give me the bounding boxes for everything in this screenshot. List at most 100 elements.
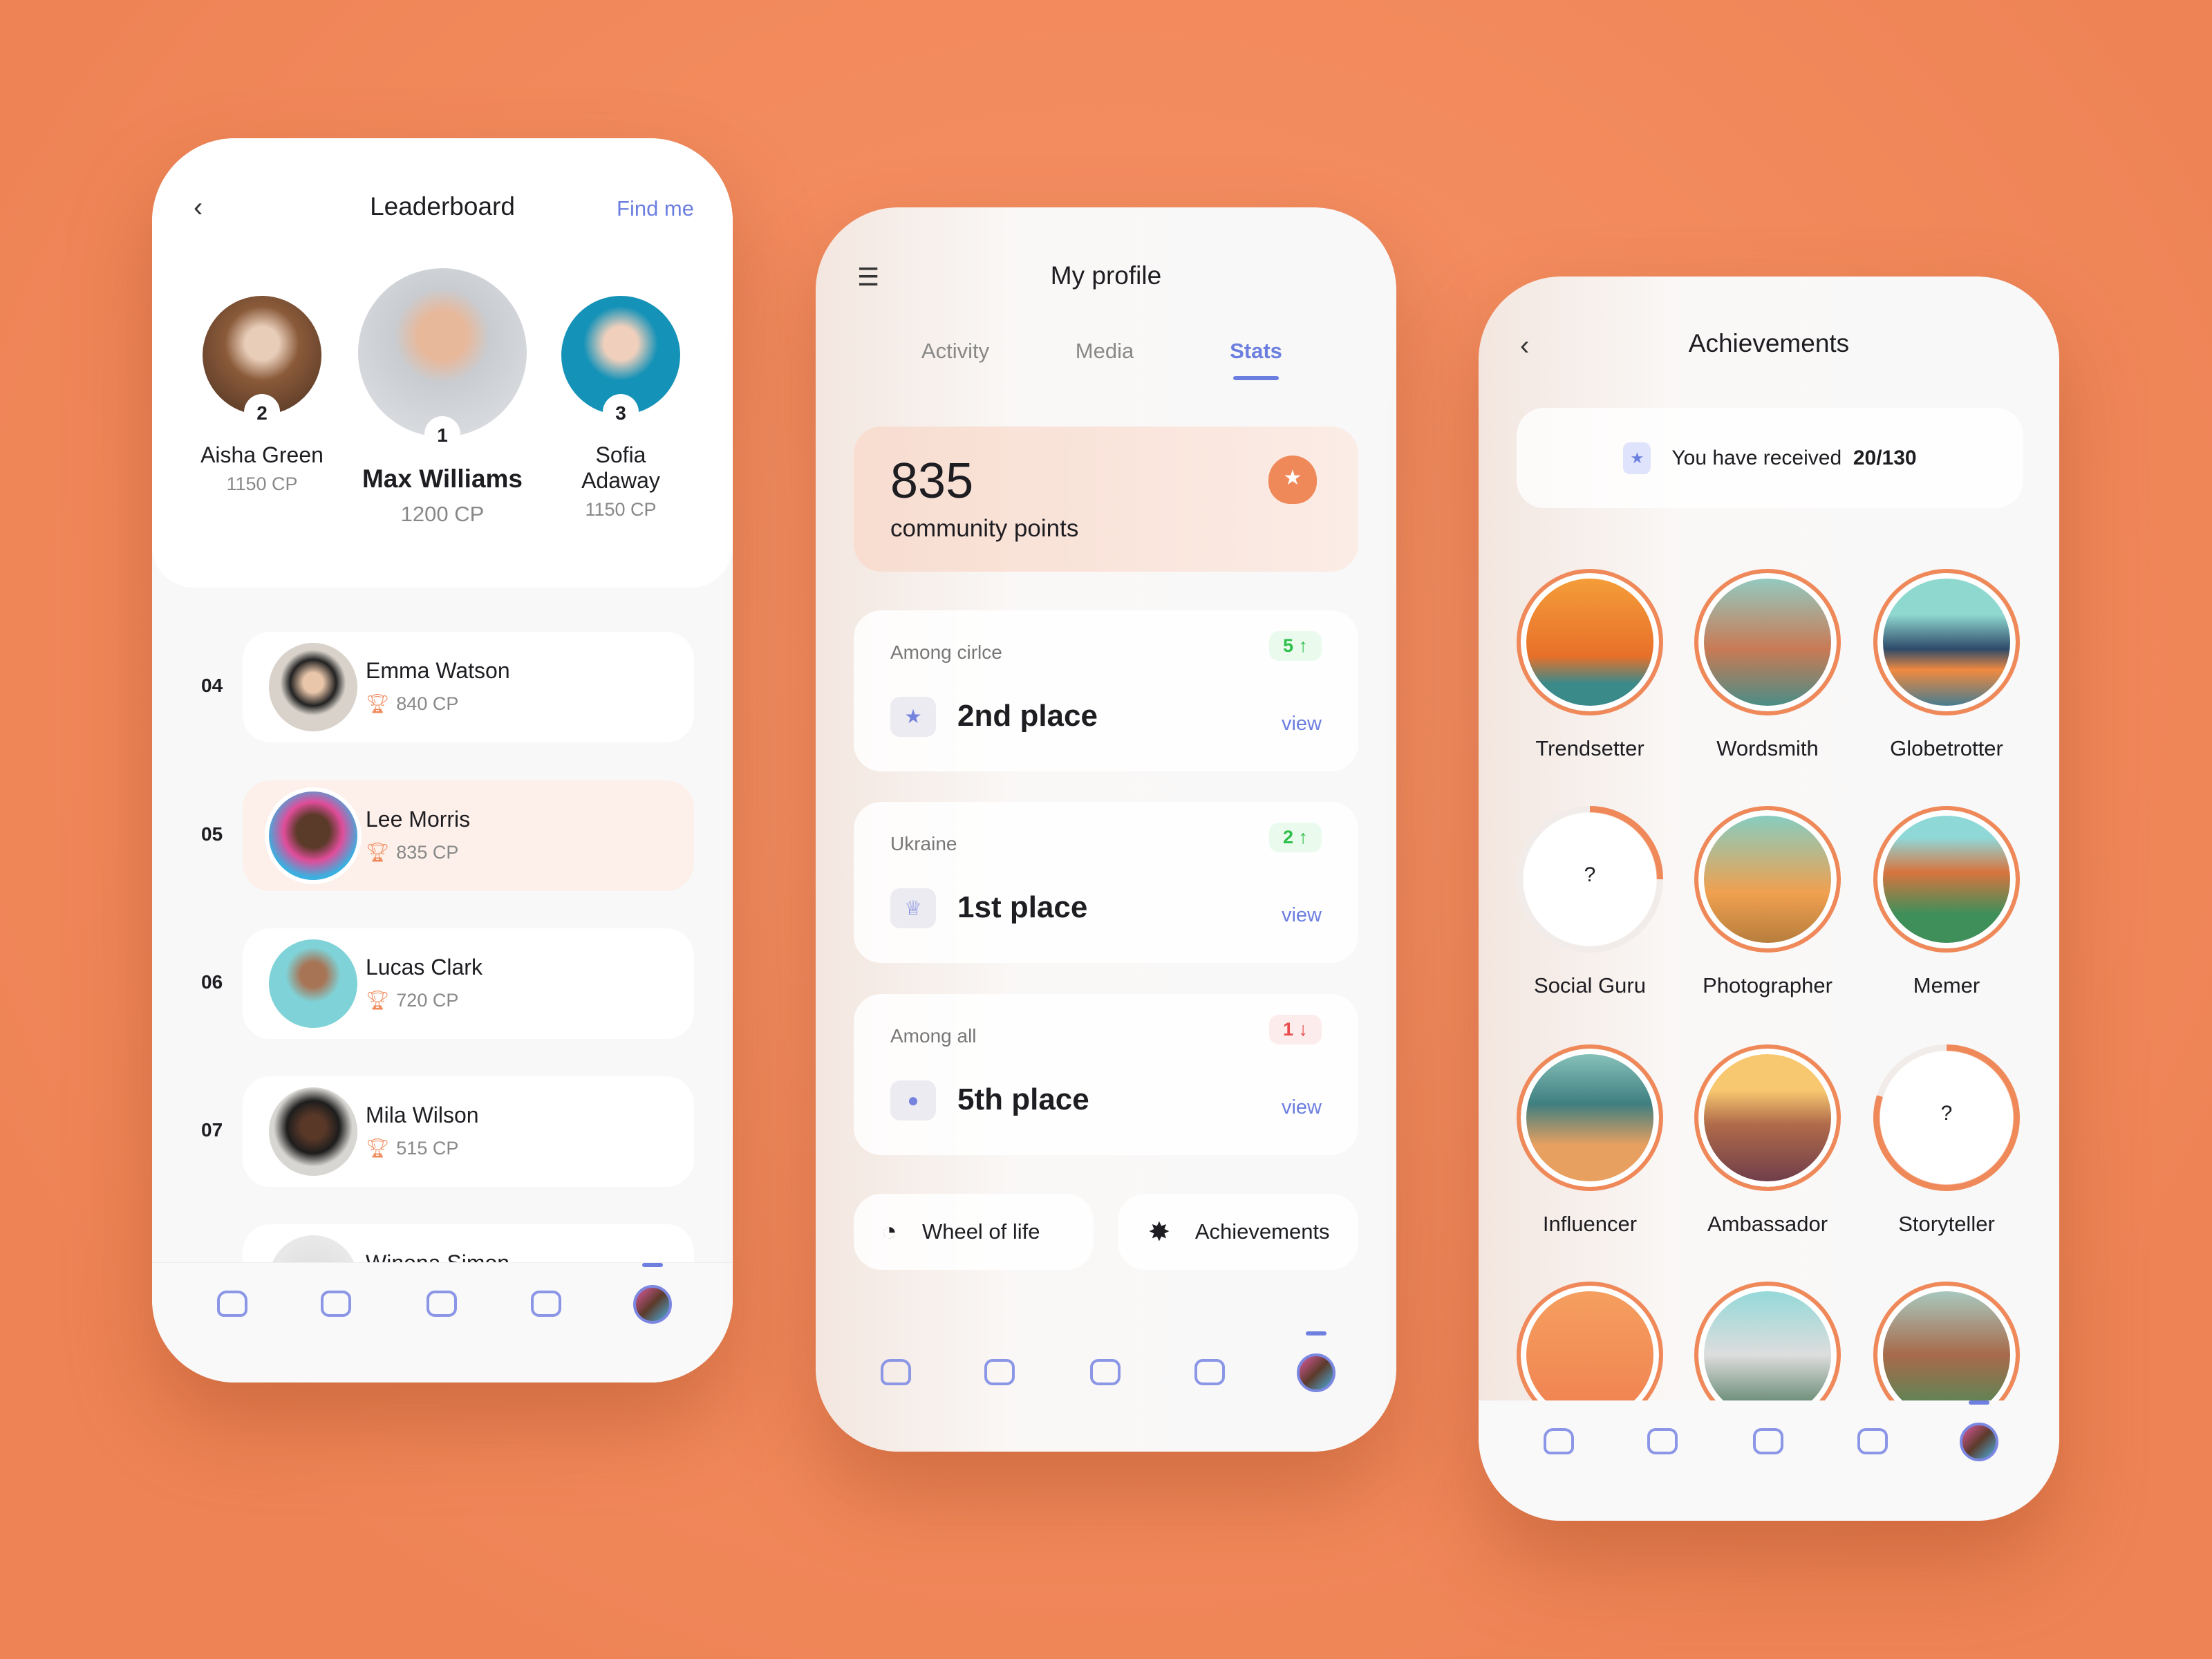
stat-place: 2nd place bbox=[957, 699, 1098, 733]
achievement-badge[interactable] bbox=[1694, 1282, 1841, 1400]
achievements-button[interactable]: ✸ Achievements bbox=[1118, 1194, 1358, 1270]
messages-icon[interactable] bbox=[531, 1291, 561, 1317]
podium-cp: 1200 CP bbox=[400, 502, 485, 526]
view-link[interactable]: view bbox=[1282, 1096, 1322, 1119]
home-icon[interactable] bbox=[1544, 1428, 1574, 1454]
user-cp: 840 CP bbox=[396, 693, 459, 714]
user-name: Lee Morris bbox=[366, 807, 471, 832]
change-value: 1 bbox=[1282, 1019, 1293, 1040]
received-label: You have received bbox=[1671, 446, 1842, 469]
tab-underline bbox=[1233, 376, 1279, 380]
home-icon[interactable] bbox=[217, 1291, 247, 1317]
tab-activity[interactable]: Activity bbox=[921, 339, 989, 364]
podium-name: Max Williams bbox=[362, 465, 523, 493]
profile-avatar[interactable] bbox=[1960, 1423, 1998, 1461]
achievement-name: Social Guru bbox=[1534, 973, 1646, 997]
avatar: 2 bbox=[203, 296, 321, 430]
change-badge: 2 ↑ bbox=[1268, 823, 1322, 852]
stat-place: 1st place bbox=[957, 890, 1088, 924]
user-cp: 720 CP bbox=[396, 990, 459, 1011]
achievement-name: Trendsetter bbox=[1535, 736, 1644, 760]
rank-badge: 3 bbox=[603, 394, 639, 430]
achievement-badge[interactable] bbox=[1694, 569, 1841, 715]
locked-symbol: ? bbox=[1584, 863, 1596, 886]
podium-2[interactable]: 2 Aisha Green 1150 CP bbox=[200, 296, 324, 495]
pie-chart-icon: ◔ bbox=[881, 1217, 897, 1246]
achievement-badge[interactable] bbox=[1694, 806, 1841, 953]
checklist-icon[interactable] bbox=[1753, 1428, 1783, 1454]
avatar: 1 bbox=[358, 268, 527, 452]
checklist-icon[interactable] bbox=[1090, 1359, 1121, 1385]
trophy-icon: 🏆︎ bbox=[366, 693, 390, 714]
achievement-badge[interactable] bbox=[1873, 1282, 2020, 1400]
points-label: community points bbox=[890, 515, 1079, 542]
change-value: 2 bbox=[1282, 827, 1293, 847]
calendar-icon[interactable] bbox=[1647, 1428, 1678, 1454]
leaderboard-row[interactable]: 06 Lucas Clark 🏆︎ 720 CP bbox=[201, 928, 694, 1039]
achievement-name: Storyteller bbox=[1898, 1212, 1995, 1236]
wheel-of-life-button[interactable]: ◔ Wheel of life bbox=[854, 1194, 1094, 1270]
trophy-icon: ★ bbox=[1268, 456, 1317, 504]
profile-avatar[interactable] bbox=[633, 1285, 672, 1324]
achievement-badge[interactable]: ? bbox=[1517, 806, 1663, 953]
calendar-icon[interactable] bbox=[321, 1291, 351, 1317]
active-indicator bbox=[1306, 1331, 1327, 1335]
achievement-name: Globetrotter bbox=[1890, 736, 2003, 760]
achievement-badge[interactable] bbox=[1517, 1044, 1663, 1191]
achievement-badge[interactable] bbox=[1873, 806, 2020, 953]
profile-avatar[interactable] bbox=[1297, 1353, 1335, 1392]
leaderboard-row[interactable]: 05 Lee Morris 🏆︎ 835 CP bbox=[201, 780, 694, 891]
home-icon[interactable] bbox=[881, 1359, 911, 1385]
achievement-name: Photographer bbox=[1703, 973, 1833, 997]
checklist-icon[interactable] bbox=[427, 1291, 457, 1317]
achievement-badge[interactable]: ? bbox=[1873, 1044, 2020, 1191]
crown-icon: ♕ bbox=[890, 888, 936, 928]
achievement-badge[interactable] bbox=[1517, 1282, 1663, 1400]
rank-badge: 2 bbox=[244, 394, 280, 430]
leaderboard-row[interactable]: 07 Mila Wilson 🏆︎ 515 CP bbox=[201, 1076, 694, 1187]
stat-place: 5th place bbox=[957, 1082, 1089, 1116]
profile-screen: ☰ My profile Activity Media Stats 835 co… bbox=[816, 207, 1396, 1452]
active-indicator bbox=[1969, 1400, 1989, 1405]
avatar bbox=[265, 639, 362, 735]
podium-cp: 1150 CP bbox=[585, 499, 657, 520]
locked-symbol: ? bbox=[1940, 1102, 1953, 1125]
bottom-nav bbox=[1479, 1400, 2059, 1521]
points-card: 835 community points ★ bbox=[854, 427, 1358, 572]
avatar bbox=[265, 935, 362, 1032]
leaderboard-row[interactable]: Winona Simon bbox=[243, 1224, 694, 1262]
achievement-badge[interactable] bbox=[1517, 569, 1663, 715]
rank-number: 04 bbox=[201, 675, 223, 696]
achievement-badge[interactable] bbox=[1694, 1044, 1841, 1191]
achievement-badge[interactable] bbox=[1873, 569, 2020, 715]
rank-number: 06 bbox=[201, 971, 223, 993]
page-title: My profile bbox=[1050, 261, 1162, 290]
achievement-name: Influencer bbox=[1542, 1212, 1638, 1236]
tab-stats[interactable]: Stats bbox=[1230, 339, 1282, 364]
user-name: Mila Wilson bbox=[366, 1103, 479, 1127]
podium-1[interactable]: 1 Max Williams 1200 CP bbox=[358, 268, 527, 527]
avatar bbox=[265, 787, 362, 884]
stat-card: Ukraine 2 ↑ ♕ 1st place view bbox=[854, 802, 1358, 963]
user-name: Winona Simon bbox=[366, 1250, 509, 1262]
achievement-name: Ambassador bbox=[1707, 1212, 1828, 1236]
user-cp: 515 CP bbox=[396, 1138, 459, 1159]
tab-media[interactable]: Media bbox=[1076, 339, 1134, 364]
received-count: 20/130 bbox=[1853, 446, 1917, 469]
view-link[interactable]: view bbox=[1282, 904, 1322, 927]
button-label: Wheel of life bbox=[921, 1219, 1040, 1244]
arrow-up-icon: ↑ bbox=[1298, 635, 1309, 656]
stat-label: Ukraine bbox=[890, 833, 957, 854]
podium-name: Aisha Green bbox=[200, 442, 324, 467]
leaderboard-row[interactable]: 04 Emma Watson 🏆︎ 840 CP bbox=[201, 632, 694, 742]
active-indicator bbox=[642, 1263, 663, 1267]
messages-icon[interactable] bbox=[1857, 1428, 1888, 1454]
points-value: 835 bbox=[890, 453, 974, 509]
find-me-link[interactable]: Find me bbox=[617, 196, 694, 221]
view-link[interactable]: view bbox=[1282, 713, 1322, 735]
change-badge: 5 ↑ bbox=[1268, 631, 1322, 661]
calendar-icon[interactable] bbox=[984, 1359, 1015, 1385]
avatar bbox=[265, 1083, 362, 1180]
podium-3[interactable]: 3 Sofia Adaway 1150 CP bbox=[561, 296, 680, 521]
messages-icon[interactable] bbox=[1194, 1359, 1225, 1385]
